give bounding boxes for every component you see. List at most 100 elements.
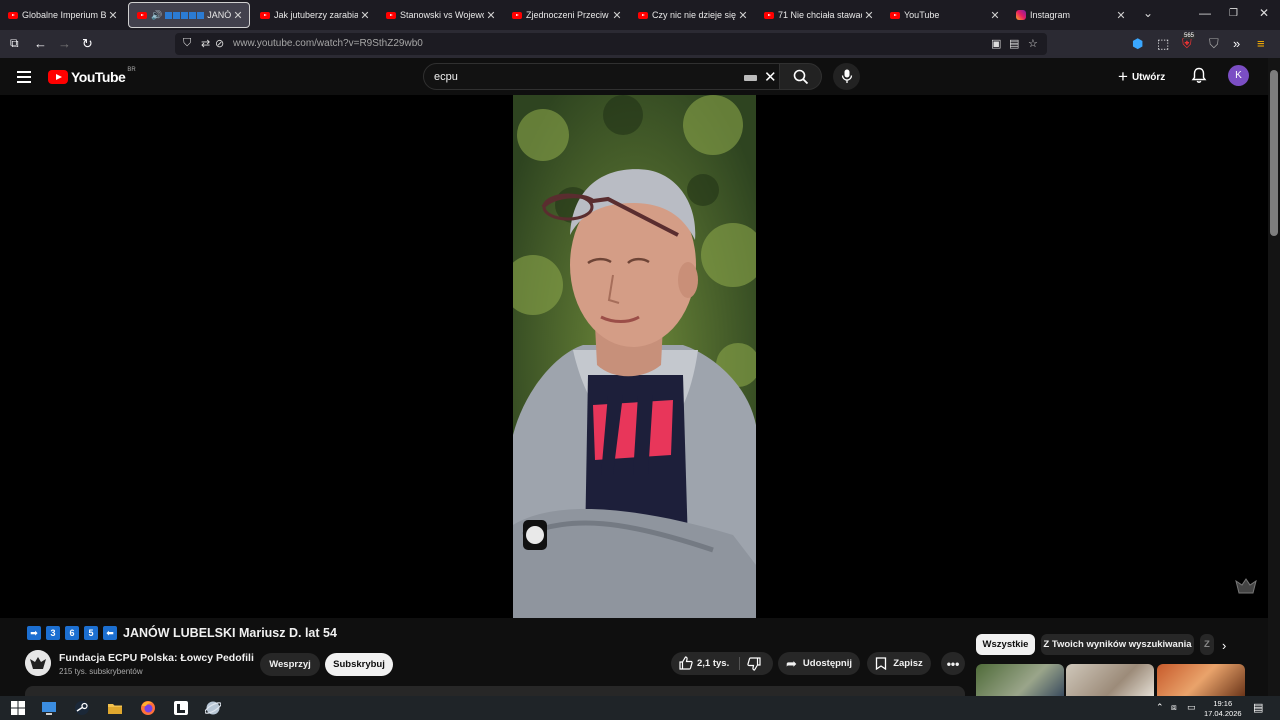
forward-icon[interactable]: → (58, 36, 71, 51)
tray-overflow-icon[interactable]: ⌃ (1156, 702, 1164, 713)
tray-app-icon[interactable]: ⧈ (1171, 702, 1177, 713)
browser-tab[interactable]: Jak jutuberzy zarabiają n ✕ (252, 3, 376, 27)
bookmark-star-icon[interactable]: ☆ (1028, 37, 1038, 50)
dislike-thumb-icon[interactable] (747, 657, 761, 671)
share-button[interactable]: ➦ Udostępnij (778, 652, 860, 675)
browser-tab[interactable]: YouTube ✕ (882, 3, 1006, 27)
video-title: JANÓW LUBELSKI Mariusz D. lat 54 (123, 626, 337, 640)
speaker-icon[interactable]: 🔊 (151, 10, 162, 21)
share-arrow-icon: ➦ (786, 655, 797, 671)
keyboard-icon[interactable] (744, 75, 757, 81)
subscribe-button[interactable]: Subskrybuj (325, 653, 393, 676)
search-input[interactable]: ecpu (434, 71, 458, 83)
permissions-icon[interactable]: ⇄ (201, 37, 210, 50)
reload-icon[interactable]: ↻ (82, 36, 93, 52)
more-tools-icon[interactable]: » (1233, 36, 1240, 51)
steam-icon[interactable] (74, 700, 90, 716)
chip-partial[interactable]: Z (1200, 634, 1214, 655)
related-video-thumbnail[interactable] (1157, 664, 1245, 696)
browser-tab[interactable]: Globalne Imperium Bezk ✕ (0, 3, 124, 27)
close-tab-icon[interactable]: ✕ (106, 9, 120, 22)
monitor-app-icon[interactable] (41, 700, 57, 716)
minimize-icon[interactable]: — (1199, 6, 1211, 20)
file-explorer-icon[interactable] (107, 700, 123, 716)
globe-app-icon[interactable] (205, 700, 221, 716)
chip-from-search[interactable]: Z Twoich wyników wyszukiwania (1041, 634, 1194, 655)
scrollbar-thumb[interactable] (1270, 70, 1278, 236)
more-actions-icon[interactable]: ••• (941, 652, 965, 675)
youtube-favicon-icon (137, 11, 147, 19)
network-icon[interactable]: ▭ (1187, 702, 1196, 713)
address-bar[interactable]: ⛉ ⇄ ⊘ www.youtube.com/watch?v=R9SthZ29wb… (175, 33, 1047, 55)
title-emoji-badge: 5 (84, 626, 98, 640)
close-tab-icon[interactable]: ✕ (358, 9, 372, 22)
channel-watermark-icon[interactable] (1234, 575, 1258, 599)
browser-tab[interactable]: Czy nic nie dzieje się przy ✕ (630, 3, 754, 27)
youtube-favicon-icon (260, 11, 270, 19)
support-button[interactable]: Wesprzyj (260, 653, 320, 676)
voice-search-button[interactable] (833, 63, 860, 90)
related-video-thumbnail[interactable] (976, 664, 1064, 696)
windows-start-icon[interactable] (10, 700, 26, 716)
youtube-favicon-icon (512, 11, 522, 19)
channel-avatar[interactable] (25, 650, 51, 676)
system-clock[interactable]: 19:16 17.04.2026 (1204, 699, 1242, 719)
arrow-emoji-icon (165, 11, 173, 19)
notifications-center-icon[interactable]: ▤ (1253, 701, 1263, 714)
description-box[interactable] (25, 686, 965, 696)
app-menu-icon[interactable]: ≡ (1257, 36, 1265, 51)
video-player[interactable] (0, 95, 1268, 618)
privacy-extension-icon[interactable]: ⛉ (1209, 36, 1219, 52)
video-still-image (513, 95, 756, 618)
close-tab-icon[interactable]: ✕ (862, 9, 876, 22)
browser-tab[interactable]: Stanowski vs Wojewódzk ✕ (378, 3, 502, 27)
video-frame[interactable] (513, 95, 756, 618)
search-box[interactable]: ecpu ✕ (423, 63, 780, 90)
restore-icon[interactable]: ❐ (1229, 8, 1238, 19)
youtube-favicon-icon (890, 11, 900, 19)
close-tab-icon[interactable]: ✕ (1114, 9, 1128, 22)
picture-in-picture-icon[interactable]: ▣ (991, 37, 1001, 50)
browser-tab[interactable]: 71 Nie chciała stawać (M ✕ (756, 3, 880, 27)
no-camera-icon[interactable]: ⊘ (215, 37, 224, 50)
blocky-app-icon[interactable] (173, 700, 189, 716)
chevron-right-icon[interactable]: › (1222, 638, 1226, 653)
firefox-icon[interactable] (140, 700, 156, 716)
close-tab-icon[interactable]: ✕ (736, 9, 750, 22)
video-title-row: ➡ 3 6 5 ⬅ JANÓW LUBELSKI Mariusz D. lat … (27, 626, 337, 640)
notifications-bell-icon[interactable] (1191, 67, 1207, 84)
vpn-extension-icon[interactable]: ⬢ (1132, 36, 1143, 52)
reader-view-icon[interactable]: ▤ (1009, 37, 1019, 50)
browser-tab-active[interactable]: 🔊 JANÓ ✕ (128, 2, 250, 28)
chip-all[interactable]: Wszystkie (976, 634, 1035, 655)
extensions-icon[interactable]: ⬚ (1157, 36, 1169, 52)
browser-nav-bar: ⧉ ← → ↻ ⛉ ⇄ ⊘ www.youtube.com/watch?v=R9… (0, 30, 1280, 58)
browser-tab[interactable]: Instagram ✕ (1008, 3, 1132, 27)
related-video-thumbnail[interactable] (1066, 664, 1154, 696)
account-avatar[interactable]: K (1228, 65, 1249, 86)
menu-icon[interactable] (17, 71, 31, 83)
browser-tab[interactable]: Zjednoczeni Przeciw Rasi ✕ (504, 3, 628, 27)
back-icon[interactable]: ← (34, 36, 47, 51)
url-text[interactable]: www.youtube.com/watch?v=R9SthZ29wb0 (233, 38, 423, 49)
save-button[interactable]: Zapisz (867, 652, 931, 675)
youtube-logo[interactable]: YouTube BR (48, 67, 136, 85)
sidebar-toggle-icon[interactable]: ⧉ (10, 36, 19, 51)
like-count[interactable]: 2,1 tys. (697, 658, 729, 669)
digit-emoji-icon (173, 11, 181, 19)
like-thumb-icon[interactable] (679, 656, 693, 670)
create-button[interactable]: + Utwórz (1118, 67, 1165, 87)
close-tab-icon[interactable]: ✕ (231, 9, 245, 22)
like-dislike-group: 2,1 tys. (671, 652, 773, 675)
list-all-tabs-icon[interactable]: ⌄ (1143, 6, 1153, 20)
window-close-icon[interactable]: ✕ (1259, 6, 1269, 20)
search-button[interactable] (780, 63, 822, 90)
close-tab-icon[interactable]: ✕ (988, 9, 1002, 22)
page-scrollbar[interactable] (1268, 58, 1280, 696)
channel-name[interactable]: Fundacja ECPU Polska: Łowcy Pedofili (59, 652, 254, 664)
shield-icon[interactable]: ⛉ (183, 37, 191, 50)
close-tab-icon[interactable]: ✕ (484, 9, 498, 22)
close-tab-icon[interactable]: ✕ (610, 9, 624, 22)
clear-search-icon[interactable]: ✕ (764, 68, 777, 86)
title-emoji-badge: 6 (65, 626, 79, 640)
